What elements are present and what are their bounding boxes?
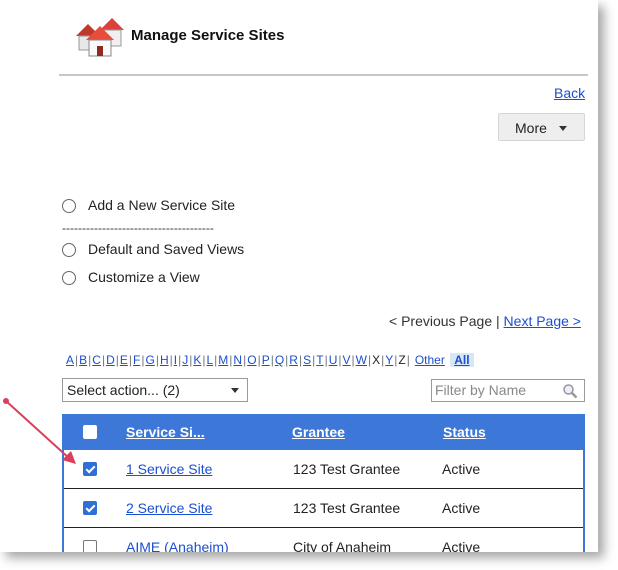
caret-down-icon bbox=[559, 126, 567, 131]
magnifier-icon[interactable] bbox=[562, 383, 578, 399]
alphabet-separator: | bbox=[298, 353, 303, 367]
table-row: 2 Service Site 123 Test Grantee Active bbox=[64, 489, 583, 528]
annotation-arrow bbox=[3, 398, 76, 464]
alphabet-letter-i[interactable]: I bbox=[174, 353, 177, 367]
alphabet-separator: | bbox=[155, 353, 159, 367]
alphabet-separator: | bbox=[324, 353, 328, 367]
radio-button[interactable] bbox=[62, 243, 76, 258]
alphabet-separator: | bbox=[229, 353, 233, 367]
alphabet-other[interactable]: Other bbox=[415, 353, 445, 367]
column-status[interactable]: Status bbox=[443, 424, 486, 440]
alphabet-letter-g[interactable]: G bbox=[145, 353, 154, 367]
status-cell: Active bbox=[442, 539, 481, 552]
alphabet-separator bbox=[446, 353, 449, 367]
radio-button[interactable] bbox=[62, 271, 76, 286]
column-service-site[interactable]: Service Si... bbox=[126, 424, 205, 440]
alphabet-separator: | bbox=[169, 353, 173, 367]
alphabet-letter-w[interactable]: W bbox=[356, 353, 367, 367]
alphabet-letter-v[interactable]: V bbox=[343, 353, 351, 367]
alphabet-letter-r[interactable]: R bbox=[289, 353, 298, 367]
alphabet-letter-h[interactable]: H bbox=[160, 353, 169, 367]
alphabet-separator: | bbox=[381, 353, 385, 367]
table-header: Service Si... Grantee Status bbox=[62, 414, 585, 450]
grantee-cell: 123 Test Grantee bbox=[293, 461, 401, 477]
alphabet-letter-b[interactable]: B bbox=[79, 353, 87, 367]
more-button[interactable]: More bbox=[498, 113, 585, 141]
option-default-saved-views[interactable]: Default and Saved Views bbox=[62, 241, 245, 258]
option-customize-view[interactable]: Customize a View bbox=[62, 269, 200, 286]
alphabet-letter-c[interactable]: C bbox=[92, 353, 101, 367]
alphabet-separator: | bbox=[214, 353, 218, 367]
alphabet-separator: | bbox=[189, 353, 193, 367]
alphabet-separator: | bbox=[285, 353, 289, 367]
grantee-cell: City of Anaheim bbox=[293, 539, 392, 552]
status-cell: Active bbox=[442, 500, 481, 516]
alphabet-separator: | bbox=[351, 353, 355, 367]
pager: < Previous Page | Next Page > bbox=[389, 313, 581, 329]
table-row: 1 Service Site 123 Test Grantee Active bbox=[64, 450, 583, 489]
alphabet-letter-t[interactable]: T bbox=[316, 353, 323, 367]
alphabet-letter-y[interactable]: Y bbox=[385, 353, 393, 367]
filter-by-name[interactable] bbox=[431, 379, 585, 402]
alphabet-separator: | bbox=[367, 353, 372, 367]
next-page-link[interactable]: Next Page > bbox=[504, 313, 581, 329]
row-checkbox[interactable] bbox=[83, 540, 97, 552]
radio-button[interactable] bbox=[62, 199, 76, 214]
alphabet-letter-m[interactable]: M bbox=[218, 353, 228, 367]
alphabet-separator: | bbox=[88, 353, 92, 367]
site-name-link[interactable]: 2 Service Site bbox=[126, 500, 212, 516]
alphabet-letter-e[interactable]: E bbox=[120, 353, 128, 367]
alphabet-separator: | bbox=[257, 353, 261, 367]
alphabet-letter-o[interactable]: O bbox=[247, 353, 256, 367]
alphabet-letter-d[interactable]: D bbox=[106, 353, 115, 367]
alphabet-letter-p[interactable]: P bbox=[262, 353, 270, 367]
alphabet-separator: | bbox=[312, 353, 316, 367]
alphabet-letter-j[interactable]: J bbox=[182, 353, 188, 367]
alphabet-separator: | bbox=[270, 353, 274, 367]
alphabet-separator: | bbox=[338, 353, 342, 367]
previous-page: < Previous Page bbox=[389, 313, 493, 329]
alphabet-letter-k[interactable]: K bbox=[193, 353, 201, 367]
column-grantee[interactable]: Grantee bbox=[292, 424, 345, 440]
options-separator: -------------------------------------- bbox=[62, 221, 214, 235]
option-label: Default and Saved Views bbox=[88, 241, 245, 257]
alphabet-letter-n[interactable]: N bbox=[233, 353, 242, 367]
alphabet-separator: | bbox=[75, 353, 79, 367]
status-cell: Active bbox=[442, 461, 481, 477]
table-row: AIME (Anaheim) City of Anaheim Active bbox=[64, 528, 583, 552]
alphabet-separator: | bbox=[406, 353, 410, 367]
row-checkbox[interactable] bbox=[83, 501, 97, 515]
alphabet-separator: | bbox=[394, 353, 398, 367]
alphabet-separator: | bbox=[101, 353, 106, 367]
alphabet-separator: | bbox=[115, 353, 119, 367]
back-link[interactable]: Back bbox=[554, 85, 585, 101]
alphabet-letter-q[interactable]: Q bbox=[275, 353, 284, 367]
alphabet-letter-l[interactable]: L bbox=[206, 353, 213, 367]
alphabet-letter-u[interactable]: U bbox=[329, 353, 338, 367]
header-divider bbox=[59, 74, 588, 76]
alphabet-separator: | bbox=[243, 353, 247, 367]
alphabet-all[interactable]: All bbox=[450, 353, 474, 367]
site-name-link[interactable]: AIME (Anaheim) bbox=[126, 539, 229, 552]
option-label: Customize a View bbox=[88, 269, 200, 285]
houses-logo-icon bbox=[76, 18, 124, 57]
caret-down-icon bbox=[231, 388, 239, 393]
site-name-link[interactable]: 1 Service Site bbox=[126, 461, 212, 477]
alphabet-separator: | bbox=[178, 353, 182, 367]
alphabet-letter-z: Z bbox=[398, 353, 406, 367]
pager-separator: | bbox=[496, 313, 500, 329]
alphabet-separator: | bbox=[128, 353, 133, 367]
more-button-label: More bbox=[515, 120, 547, 136]
grantee-cell: 123 Test Grantee bbox=[293, 500, 401, 516]
alphabet-letter-f[interactable]: F bbox=[133, 353, 140, 367]
page-title: Manage Service Sites bbox=[131, 27, 285, 44]
option-add-service-site[interactable]: Add a New Service Site bbox=[62, 197, 236, 214]
option-label: Add a New Service Site bbox=[88, 197, 236, 213]
alphabet-letter-x: X bbox=[372, 353, 381, 367]
alphabet-filter: A|B|C|D|E|F|G|H|I|J|K|L|M|N|O|P|Q|R|S|T|… bbox=[66, 353, 474, 367]
alphabet-letter-s[interactable]: S bbox=[303, 353, 311, 367]
alphabet-letter-a[interactable]: A bbox=[66, 353, 74, 367]
filter-input[interactable] bbox=[435, 382, 555, 398]
